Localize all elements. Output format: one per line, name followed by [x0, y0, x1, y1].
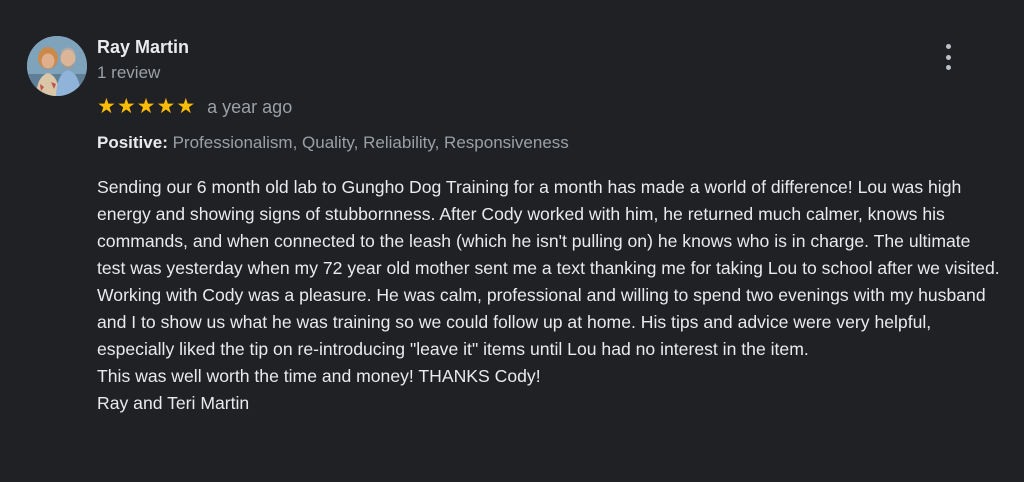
review-paragraph: Sending our 6 month old lab to Gungho Do…	[97, 177, 1000, 278]
rating-row: ★ ★ ★ ★ ★ a year ago	[97, 96, 292, 118]
star-icon: ★	[97, 95, 116, 118]
star-icon: ★	[176, 95, 196, 118]
attribute-label: Positive:	[97, 133, 168, 152]
star-icon: ★	[156, 95, 176, 118]
more-vert-icon	[945, 44, 951, 49]
star-rating: ★ ★ ★ ★ ★	[97, 96, 195, 118]
avatar[interactable]	[27, 36, 87, 96]
review-signature: Ray and Teri Martin	[97, 393, 250, 413]
review-text: Sending our 6 month old lab to Gungho Do…	[97, 174, 1002, 417]
more-vert-icon-dot	[945, 54, 951, 60]
review-time: a year ago	[207, 96, 293, 117]
review-count: 1 review	[97, 63, 161, 82]
review-paragraph: This was well worth the time and money! …	[97, 366, 541, 386]
attribute-values: Professionalism, Quality, Reliability, R…	[172, 133, 569, 152]
star-icon: ★	[136, 95, 156, 118]
reviewer-photo-icon	[27, 36, 87, 96]
review-paragraph: Working with Cody was a pleasure. He was…	[97, 285, 986, 359]
star-icon: ★	[116, 95, 136, 118]
more-vert-icon-dot	[945, 65, 951, 70]
attribute-summary: Positive: Professionalism, Quality, Reli…	[97, 133, 569, 153]
reviewer-name[interactable]: Ray Martin	[97, 37, 189, 58]
more-options-button[interactable]	[938, 42, 958, 72]
